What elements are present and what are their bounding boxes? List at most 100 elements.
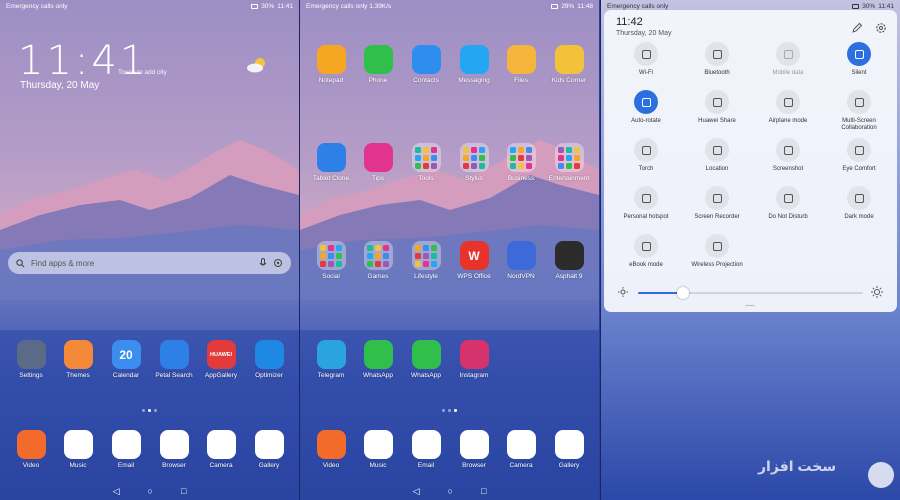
app-phone[interactable]: Phone (355, 45, 401, 84)
app-whatsapp[interactable]: WhatsApp (355, 340, 401, 379)
app-kids-corner[interactable]: Kids Corner (546, 45, 592, 84)
app-tablet-clone[interactable]: Tablet Clone (308, 143, 354, 182)
tile-bluetooth[interactable]: Bluetooth (682, 42, 752, 77)
folder-mini-icon (518, 154, 524, 161)
tile-do-not-disturb[interactable]: Do Not Disturb (753, 186, 823, 221)
app-email[interactable]: Email (103, 430, 149, 469)
microphone-icon[interactable] (259, 258, 267, 268)
camera-icon (506, 430, 536, 459)
tile-mobile-data[interactable]: Mobile data (753, 42, 823, 77)
app-gallery[interactable]: Gallery (546, 430, 592, 469)
app-contacts[interactable]: Contacts (403, 45, 449, 84)
folder-icon (411, 241, 441, 270)
lock-clock[interactable]: 11:41 (18, 38, 148, 84)
scan-icon[interactable] (273, 258, 283, 268)
tile-screen-recorder[interactable]: Screen Recorder (682, 186, 752, 221)
app-notepad[interactable]: Notepad (308, 45, 354, 84)
app-social[interactable]: Social (308, 241, 354, 280)
tile-glyph (783, 193, 793, 203)
apps-page-panel: Emergency calls only 1.39K/s 29% 11:48 N… (300, 0, 599, 500)
brightness-knob[interactable] (677, 287, 689, 299)
tile-silent[interactable]: Silent (824, 42, 894, 77)
app-stylus[interactable]: Stylus (451, 143, 497, 182)
page-dot (142, 409, 145, 412)
app-calendar[interactable]: 20 Calendar (103, 340, 149, 379)
folder-icon (316, 241, 346, 270)
app-gallery[interactable]: Gallery (246, 430, 292, 469)
app-browser[interactable]: Browser (451, 430, 497, 469)
app-nordvpn[interactable]: NordVPN (498, 241, 544, 280)
folder-mini-icon (423, 162, 429, 169)
app-messaging[interactable]: Messaging (451, 45, 497, 84)
app-music[interactable]: Music (55, 430, 101, 469)
app-settings[interactable]: Settings (8, 340, 54, 379)
tile-label: Screen Recorder (694, 214, 740, 220)
app-entertainment[interactable]: Entertainment (546, 143, 592, 182)
notepad-icon (316, 45, 346, 74)
app-search-bar[interactable]: Find apps & more (8, 252, 291, 274)
app-business[interactable]: Business (498, 143, 544, 182)
back-icon[interactable]: ◁ (413, 486, 420, 497)
tile-eye-comfort[interactable]: Eye Comfort (824, 138, 894, 173)
app-games[interactable]: Games (355, 241, 401, 280)
gear-icon[interactable] (875, 22, 887, 34)
tile-wi-fi[interactable]: Wi-Fi (611, 42, 681, 77)
tile-torch[interactable]: Torch (611, 138, 681, 173)
tile-multi-screen-collaboration[interactable]: Multi-Screen Collaboration (824, 90, 894, 132)
app-whatsapp[interactable]: WhatsApp (403, 340, 449, 379)
app-instagram[interactable]: Instagram (451, 340, 497, 379)
app-petal-search[interactable]: Petal Search (151, 340, 197, 379)
app-camera[interactable]: Camera (198, 430, 244, 469)
edit-pencil-icon[interactable] (851, 22, 863, 34)
app-browser[interactable]: Browser (151, 430, 197, 469)
folder-icon (554, 143, 584, 172)
app-wps-office[interactable]: W WPS Office (451, 241, 497, 280)
location-icon (705, 138, 729, 162)
app-tools[interactable]: Tools (403, 143, 449, 182)
app-telegram[interactable]: Telegram (308, 340, 354, 379)
app-appgallery[interactable]: HUAWEI AppGallery (198, 340, 244, 379)
app-lifestyle[interactable]: Lifestyle (403, 241, 449, 280)
tile-dark-mode[interactable]: Dark mode (824, 186, 894, 221)
app-video[interactable]: Video (308, 430, 354, 469)
flower-icon (554, 430, 584, 459)
app-label: Calendar (112, 372, 140, 379)
tile-wireless-projection[interactable]: Wireless Projection (682, 234, 752, 269)
tile-auto-rotate[interactable]: Auto-rotate (611, 90, 681, 125)
eye-icon (847, 138, 871, 162)
home-icon[interactable]: ○ (148, 486, 153, 496)
search-q-icon (159, 340, 189, 369)
hotspot-icon (634, 186, 658, 210)
recents-icon[interactable]: □ (481, 486, 486, 496)
folder-mini-icon (367, 252, 373, 259)
status-time: 11:48 (577, 2, 593, 10)
tile-huawei-share[interactable]: Huawei Share (682, 90, 752, 125)
home-icon[interactable]: ○ (448, 486, 453, 496)
app-label: WhatsApp (411, 372, 441, 379)
tile-airplane-mode[interactable]: Airplane mode (753, 90, 823, 125)
app-camera[interactable]: Camera (498, 430, 544, 469)
app-tips[interactable]: Tips (355, 143, 401, 182)
recents-icon[interactable]: □ (181, 486, 186, 496)
back-icon[interactable]: ◁ (113, 486, 120, 497)
app-asphalt-9[interactable]: Asphalt 9 (546, 241, 592, 280)
battery-text: 30% (862, 2, 876, 10)
app-email[interactable]: Email (403, 430, 449, 469)
brightness-slider[interactable] (618, 285, 883, 301)
folder-mini-icon (479, 162, 485, 169)
tile-screenshot[interactable]: Screenshot (753, 138, 823, 173)
tile-location[interactable]: Location (682, 138, 752, 173)
tile-personal-hotspot[interactable]: Personal hotspot (611, 186, 681, 221)
add-city-link[interactable]: Touch to add city (118, 69, 167, 76)
app-themes[interactable]: Themes (55, 340, 101, 379)
app-video[interactable]: Video (8, 430, 54, 469)
wps-icon: W (459, 241, 489, 270)
app-files[interactable]: Files (498, 45, 544, 84)
folder-mini-icon (336, 252, 342, 259)
calendar-icon: 20 (111, 340, 141, 369)
app-optimizer[interactable]: Optimizer (246, 340, 292, 379)
drag-handle[interactable] (745, 305, 755, 309)
app-music[interactable]: Music (355, 430, 401, 469)
weather-cloud-sun-icon[interactable] (246, 56, 268, 74)
tile-ebook-mode[interactable]: eBook mode (611, 234, 681, 269)
